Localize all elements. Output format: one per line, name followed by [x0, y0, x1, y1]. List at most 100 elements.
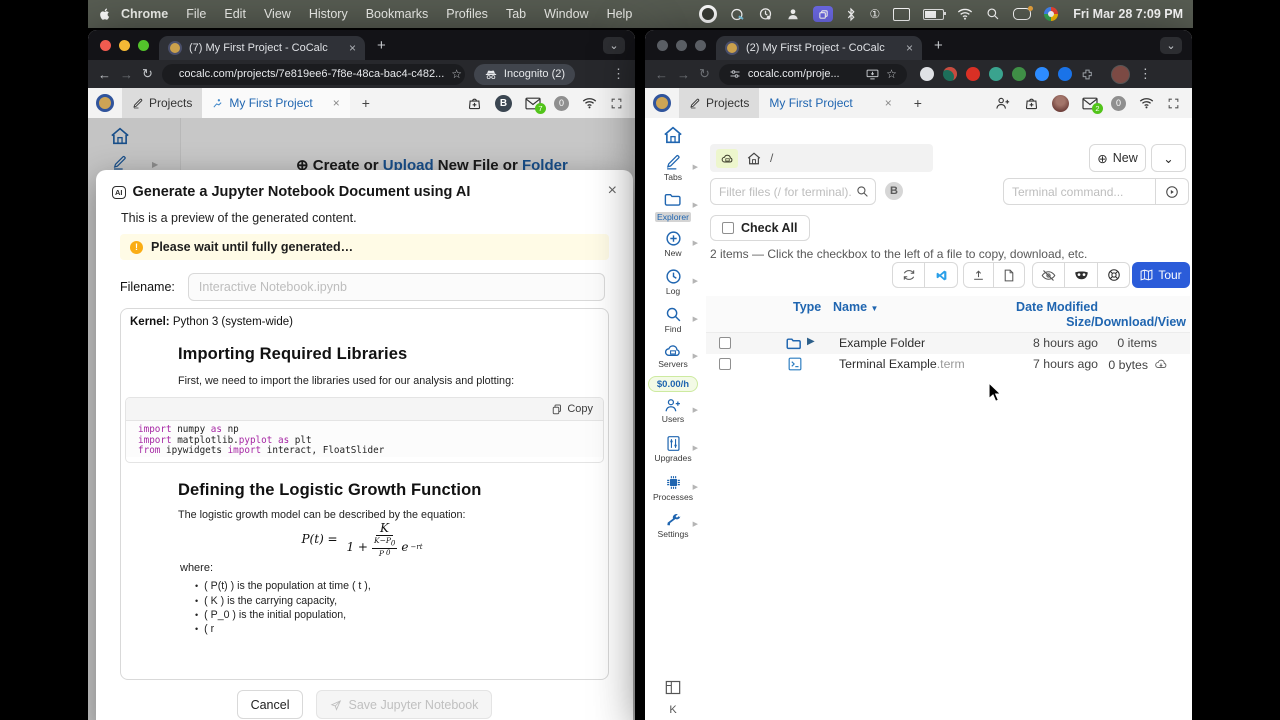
battery-icon[interactable]	[923, 8, 947, 20]
filter-files-input[interactable]	[710, 178, 876, 205]
hidden-files-button[interactable]	[1032, 262, 1065, 288]
cocalc-logo[interactable]	[653, 94, 671, 112]
extension-icon[interactable]	[988, 67, 1003, 81]
wifi-icon[interactable]	[957, 8, 973, 20]
col-name[interactable]: Name ▼	[833, 300, 878, 314]
cancel-button[interactable]: Cancel	[236, 690, 304, 719]
connection-wifi-icon[interactable]	[582, 97, 597, 109]
layout-panel-icon[interactable]	[665, 680, 681, 695]
screenshare-extension-icon[interactable]	[942, 67, 957, 81]
add-project-tab-icon[interactable]: +	[902, 95, 934, 111]
bookmark-star-icon[interactable]: ☆	[451, 67, 462, 81]
fullscreen-icon[interactable]	[610, 97, 623, 110]
table-row[interactable]: ▶ Example Folder 8 hours ago 0 items	[706, 333, 1190, 354]
address-bar[interactable]: cocalc.com/projects/7e819ee6-7f8e-48ca-b…	[161, 63, 465, 85]
add-project-tab-icon[interactable]: +	[350, 95, 382, 111]
menu-edit[interactable]: Edit	[215, 7, 255, 21]
record-icon[interactable]	[699, 5, 718, 23]
menu-profiles[interactable]: Profiles	[437, 7, 497, 21]
pen-icon[interactable]	[730, 7, 745, 22]
browser-menu-icon[interactable]: ⋮	[1139, 66, 1152, 82]
close-window-button[interactable]	[100, 39, 111, 51]
briefcase-add-icon[interactable]	[467, 96, 482, 111]
messages-icon[interactable]: 7	[525, 97, 546, 114]
pdf-extension-icon[interactable]	[965, 67, 980, 81]
briefcase-add-icon[interactable]	[1024, 96, 1039, 111]
file-name[interactable]: Example Folder	[839, 336, 925, 350]
display-icon[interactable]	[893, 7, 911, 21]
shortcut-icon[interactable]: ①	[869, 7, 880, 21]
filename-input[interactable]	[187, 273, 605, 301]
browser-menu-icon[interactable]: ⋮	[612, 66, 625, 82]
compute-server-icon[interactable]	[716, 148, 738, 168]
refresh-listing-button[interactable]	[892, 262, 925, 288]
cocalc-logo[interactable]	[96, 94, 114, 112]
home-breadcrumb-icon[interactable]	[747, 151, 761, 165]
sidebar-item-find[interactable]: Find ▶	[645, 306, 701, 334]
menu-tab[interactable]: Tab	[497, 7, 535, 21]
new-tab-button[interactable]: +	[922, 37, 955, 54]
sidebar-item-users[interactable]: Users ▶	[645, 397, 701, 424]
project-cost-badge[interactable]: $0.00/h	[648, 376, 698, 392]
projects-button[interactable]: Projects	[122, 88, 203, 118]
spotlight-search-icon[interactable]	[986, 7, 1000, 21]
reload-button[interactable]: ↻	[699, 66, 710, 82]
projects-button[interactable]: Projects	[679, 88, 760, 118]
terminal-command-input[interactable]	[1003, 178, 1156, 205]
sidebar-item-tabs[interactable]: Tabs ▶	[645, 154, 701, 182]
save-notebook-button[interactable]: Save Jupyter Notebook	[316, 690, 493, 719]
zoom-window-button[interactable]	[695, 39, 706, 51]
check-all-button[interactable]: Check All	[710, 215, 810, 241]
address-bar[interactable]: cocalc.com/proje... ☆	[718, 63, 907, 85]
menu-bookmarks[interactable]: Bookmarks	[357, 7, 438, 21]
forward-button[interactable]: →	[120, 67, 133, 82]
open-folder-play-icon[interactable]: ▶	[807, 336, 815, 347]
close-project-icon[interactable]: ×	[885, 96, 892, 110]
minimize-window-button[interactable]	[119, 39, 130, 51]
bookmark-star-icon[interactable]: ☆	[886, 67, 897, 81]
home-icon[interactable]	[663, 126, 683, 144]
project-tab[interactable]: My First Project ×	[202, 88, 350, 118]
col-size[interactable]: Size/Download/View	[1066, 315, 1186, 329]
minimize-window-button[interactable]	[676, 39, 687, 51]
sidebar-item-upgrades[interactable]: Upgrades ▶	[645, 435, 701, 463]
masked-files-button[interactable]	[1065, 262, 1098, 288]
menu-chrome[interactable]: Chrome	[112, 7, 177, 21]
menu-window[interactable]: Window	[535, 7, 597, 21]
sidebar-item-explorer[interactable]: Explorer ▶	[645, 192, 701, 225]
install-app-icon[interactable]	[866, 69, 879, 80]
new-file-button[interactable]: ⊕ New	[1089, 144, 1146, 172]
run-terminal-button[interactable]	[1156, 178, 1189, 205]
copy-button[interactable]: Copy	[567, 403, 593, 415]
menu-help[interactable]: Help	[598, 7, 642, 21]
close-tab-icon[interactable]: ×	[349, 42, 356, 54]
browser-tab[interactable]: (2) My First Project - CoCalc ×	[716, 36, 922, 60]
close-tab-icon[interactable]: ×	[906, 42, 913, 54]
connection-wifi-icon[interactable]	[1139, 97, 1154, 109]
zoom-window-button[interactable]	[138, 39, 149, 51]
forward-button[interactable]: →	[677, 67, 690, 82]
time-icon[interactable]	[758, 7, 773, 22]
window-switcher-icon[interactable]	[813, 6, 834, 22]
user-icon[interactable]	[786, 7, 800, 21]
close-window-button[interactable]	[657, 39, 668, 51]
new-tab-button[interactable]: +	[365, 37, 398, 54]
account-avatar[interactable]	[1052, 94, 1069, 112]
back-button[interactable]: ←	[655, 67, 668, 82]
profile-avatar[interactable]	[1110, 64, 1130, 84]
close-project-icon[interactable]: ×	[333, 96, 340, 110]
sidebar-item-new[interactable]: New ▶	[645, 230, 701, 258]
browser-tab[interactable]: (7) My First Project - CoCalc ×	[159, 36, 365, 60]
menubar-clock[interactable]: Fri Mar 28 7:09 PM	[1073, 7, 1183, 21]
table-row[interactable]: Terminal Example.term 7 hours ago 0 byte…	[706, 354, 1190, 375]
vscode-button[interactable]	[925, 262, 958, 288]
sidebar-item-settings[interactable]: Settings ▶	[645, 511, 701, 539]
apple-icon[interactable]	[98, 6, 112, 22]
zoom-extension-icon[interactable]	[1034, 67, 1049, 81]
chrome-profile-icon[interactable]	[1044, 7, 1059, 21]
extensions-puzzle-icon[interactable]	[1081, 68, 1094, 81]
fullscreen-icon[interactable]	[1167, 97, 1180, 110]
extension-icon[interactable]	[1057, 67, 1072, 81]
menu-file[interactable]: File	[177, 7, 215, 21]
tour-button[interactable]: Tour	[1132, 262, 1190, 288]
